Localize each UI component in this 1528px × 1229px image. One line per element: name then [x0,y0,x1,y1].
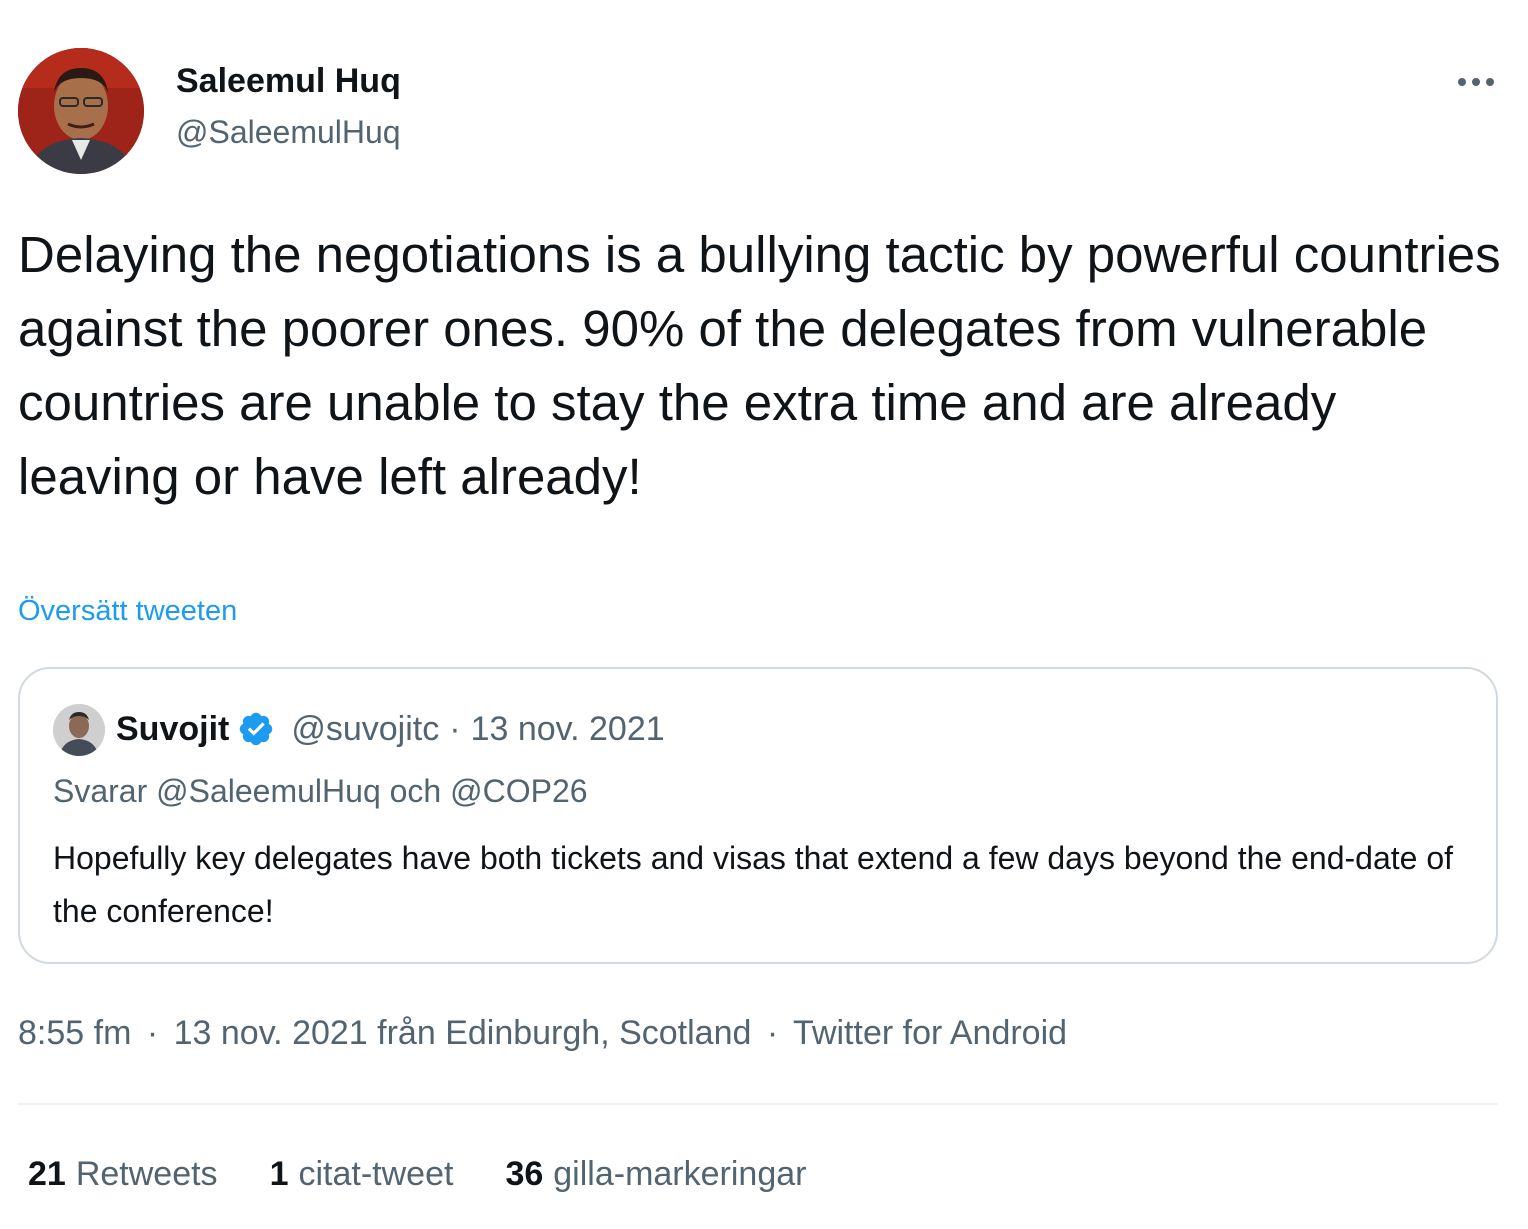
author-name[interactable]: Saleemul Huq [176,62,401,101]
tweet-meta: 8:55 fm · 13 nov. 2021 från Edinburgh, S… [18,1014,1067,1053]
retweets-count: 21 [28,1154,66,1193]
quote-avatar [53,704,105,756]
quote-text: Hopefully key delegates have both ticket… [53,840,1454,929]
quote-header: Suvojit @suvojitc · 13 nov. 2021 [116,707,665,751]
quote-author-name: Suvojit [116,709,230,748]
separator-dot: · [766,1014,779,1052]
verified-badge-icon [237,710,275,748]
quote-tweets-stat[interactable]: 1 citat-tweet [270,1155,454,1194]
tweet-stats: 21 Retweets 1 citat-tweet 36 gilla-marke… [28,1152,858,1196]
quote-tweets-label: citat-tweet [298,1154,454,1193]
quote-reply-to: Svarar @SaleemulHuq och @COP26 [53,773,588,809]
quoted-tweet-card[interactable]: Suvojit @suvojitc · 13 nov. 2021 Svarar … [18,667,1498,964]
likes-label: gilla-markeringar [553,1154,807,1193]
author-handle[interactable]: @SaleemulHuq [176,114,401,151]
tweet-text: Delaying the negotiations is a bullying … [18,226,1501,505]
separator-dot: · [146,1014,159,1052]
divider [18,1103,1498,1105]
profile-photo-icon [18,48,144,174]
more-options-button[interactable] [1448,62,1504,102]
translate-tweet-link[interactable]: Översätt tweeten [18,595,237,628]
separator-dot: · [449,709,461,748]
ellipsis-icon [1458,78,1494,86]
tweet-time[interactable]: 8:55 fm [18,1014,131,1052]
likes-count: 36 [505,1154,544,1193]
profile-photo-icon [53,704,105,756]
tweet-date-location[interactable]: 13 nov. 2021 från Edinburgh, Scotland [174,1014,752,1052]
quote-date: 13 nov. 2021 [470,709,665,748]
retweets-stat[interactable]: 21 Retweets [28,1155,218,1194]
quote-author-handle: @suvojitc [291,709,440,748]
quote-tweets-count: 1 [269,1154,289,1193]
likes-stat[interactable]: 36 gilla-markeringar [505,1155,806,1194]
retweets-label: Retweets [75,1154,218,1193]
author-avatar[interactable] [18,48,144,174]
tweet-source[interactable]: Twitter for Android [793,1014,1067,1052]
